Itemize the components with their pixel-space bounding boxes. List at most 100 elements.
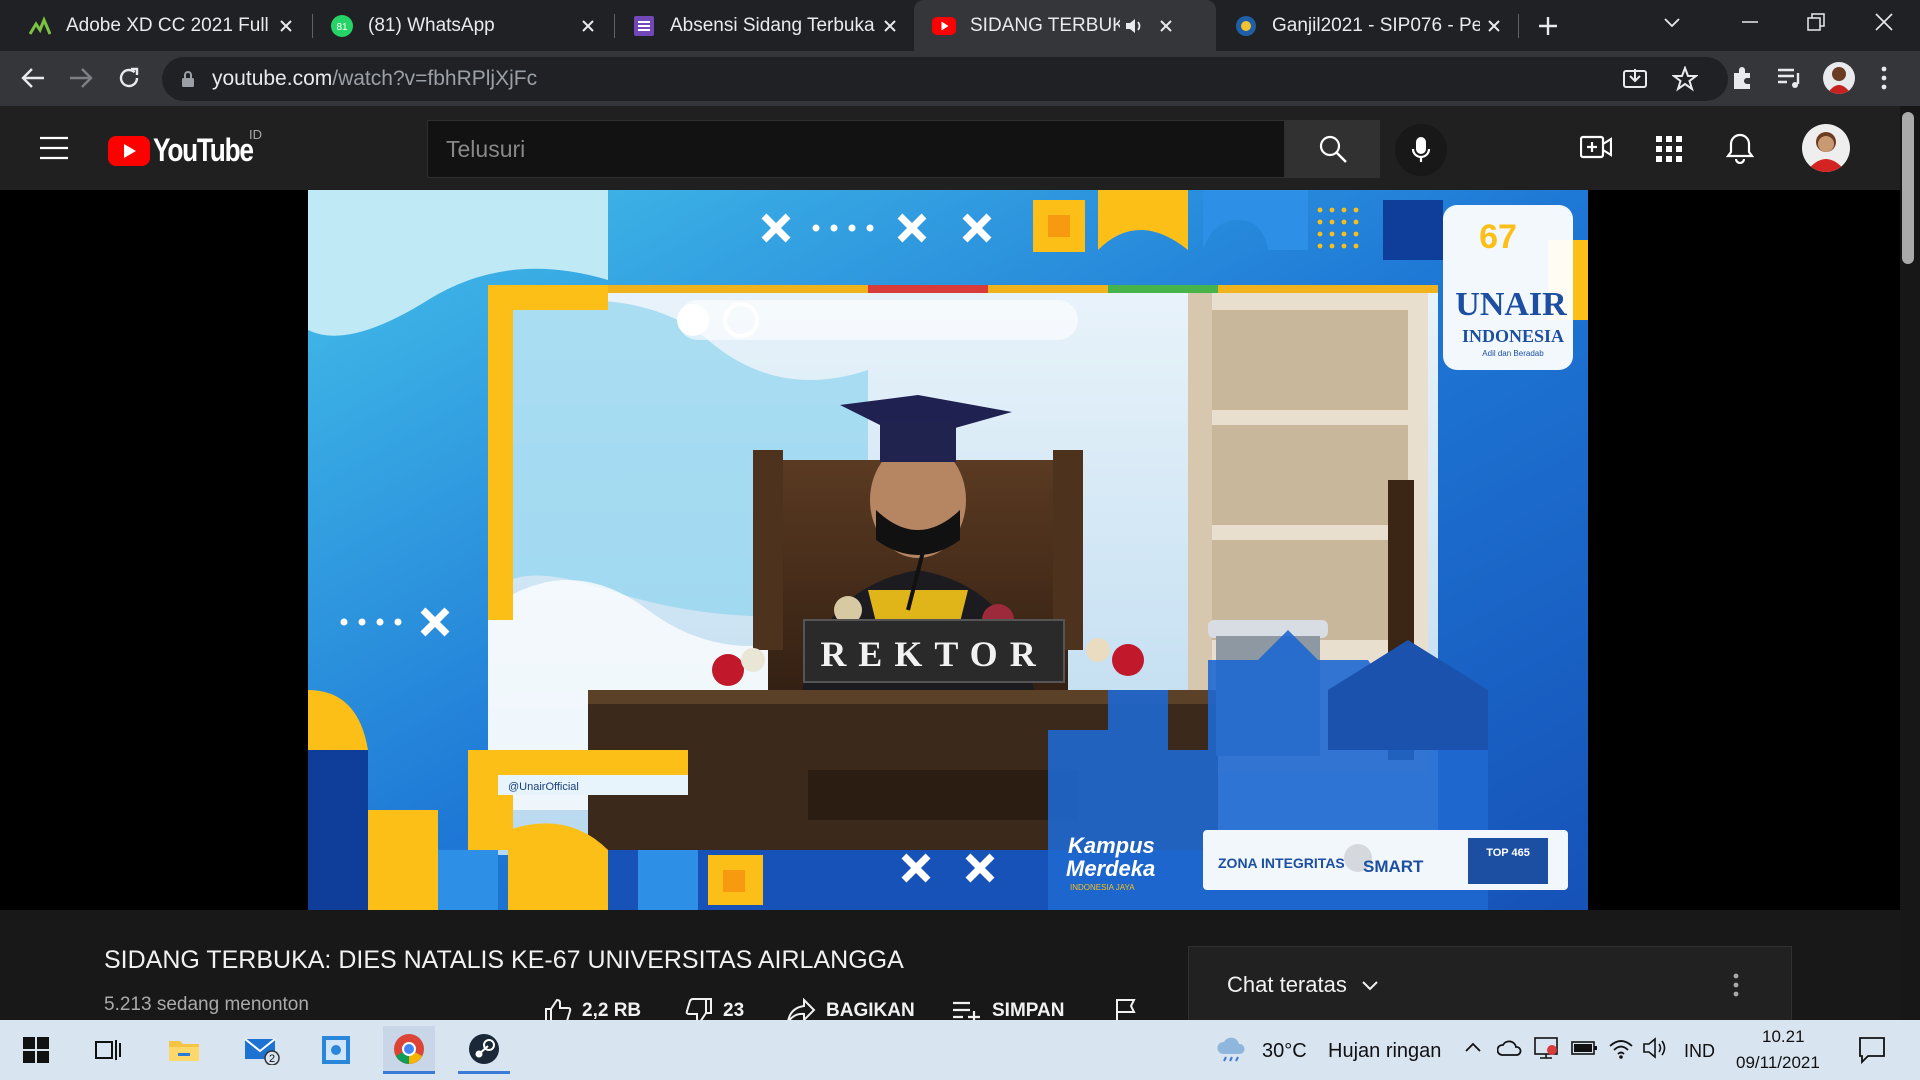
weather-icon[interactable] <box>1216 1034 1248 1062</box>
mail-icon: 2 <box>244 1038 280 1065</box>
volume-icon[interactable] <box>1642 1036 1668 1060</box>
tray-chevron-up-icon[interactable] <box>1464 1040 1482 1054</box>
onedrive-icon[interactable] <box>1497 1038 1523 1058</box>
tab-ganjil[interactable]: Ganjil2021 - SIP076 - Pem <box>1216 0 1518 51</box>
forward-icon[interactable] <box>68 66 94 90</box>
clock-date[interactable]: 09/11/2021 <box>1736 1053 1820 1073</box>
clock-time[interactable]: 10.21 <box>1762 1027 1805 1047</box>
search-box <box>427 120 1285 178</box>
battery-icon[interactable] <box>1571 1038 1599 1058</box>
back-icon[interactable] <box>20 66 46 90</box>
tab-whatsapp[interactable]: 81 (81) WhatsApp <box>302 0 612 51</box>
notification-center-icon[interactable] <box>1858 1036 1886 1064</box>
steam-taskbar-button[interactable] <box>458 1026 510 1074</box>
close-icon[interactable] <box>1152 12 1180 40</box>
hamburger-menu-icon[interactable] <box>40 136 68 160</box>
task-view-button[interactable] <box>82 1026 134 1074</box>
install-app-icon[interactable] <box>1622 67 1648 91</box>
search-input[interactable] <box>446 135 1246 163</box>
video-frame[interactable]: REKTOR @UnairOfficial 67 UNAIR INDONESIA… <box>308 190 1588 910</box>
weather-temperature[interactable]: 30°C <box>1262 1040 1307 1063</box>
tab-separator <box>1518 14 1519 38</box>
social-handle: @UnairOfficial <box>508 781 579 793</box>
create-video-icon[interactable] <box>1580 134 1612 160</box>
wifi-icon[interactable] <box>1608 1036 1634 1060</box>
url-text[interactable]: youtube.com/watch?v=fbhRPljXjFc <box>212 67 537 91</box>
live-viewer-count: 5.213 sedang menonton <box>104 994 309 1015</box>
video-info-section: SIDANG TERBUKA: DIES NATALIS KE-67 UNIVE… <box>0 910 1900 1026</box>
tab-search-chevron-icon[interactable] <box>1662 12 1682 32</box>
window-close-icon[interactable] <box>1874 12 1894 32</box>
zona-integritas-badge: ZONA INTEGRITAS <box>1218 855 1345 871</box>
extensions-icon[interactable] <box>1730 65 1756 91</box>
new-tab-button[interactable] <box>1530 8 1566 44</box>
steam-icon <box>469 1033 499 1064</box>
chevron-down-icon <box>1362 981 1378 991</box>
chat-mode-dropdown[interactable]: Chat teratas <box>1227 972 1379 998</box>
restore-icon[interactable] <box>1806 12 1826 32</box>
search-button[interactable] <box>1285 120 1380 178</box>
address-bar[interactable]: youtube.com/watch?v=fbhRPljXjFc <box>162 57 1728 101</box>
reload-icon[interactable] <box>116 65 142 91</box>
voice-search-button[interactable] <box>1395 124 1447 176</box>
microphone-icon <box>1411 137 1431 162</box>
tab-title: Ganjil2021 - SIP076 - Pem <box>1272 14 1480 36</box>
mail-button[interactable]: 2 <box>236 1026 288 1074</box>
account-avatar[interactable] <box>1802 124 1850 172</box>
notifications-bell-icon[interactable] <box>1726 132 1754 164</box>
lock-icon[interactable] <box>180 70 196 88</box>
profile-avatar[interactable] <box>1823 62 1855 94</box>
bookmark-star-icon[interactable] <box>1672 66 1698 92</box>
windows-taskbar: 2 30°C Hujan ringan IND 10.21 09/11/2021 <box>0 1020 1920 1080</box>
tab-strip: Adobe XD CC 2021 Full Ve 81 (81) WhatsAp… <box>0 0 1920 51</box>
tab-absensi[interactable]: Absensi Sidang Terbuka <box>604 0 914 51</box>
unair-logo-tagline: Adil dan Beradab <box>1482 349 1544 358</box>
whatsapp-icon: 81 <box>330 14 354 38</box>
task-view-icon <box>95 1040 121 1060</box>
weather-description[interactable]: Hujan ringan <box>1328 1040 1441 1063</box>
url-host: youtube.com <box>212 67 333 90</box>
close-icon[interactable] <box>272 12 300 40</box>
chrome-menu-icon[interactable] <box>1880 66 1888 90</box>
scrollbar-thumb[interactable] <box>1902 112 1914 264</box>
top-rank-badge: TOP 465 <box>1486 847 1530 859</box>
close-icon[interactable] <box>876 12 904 40</box>
share-label: BAGIKAN <box>826 1000 915 1021</box>
unair-anniversary-number: 67 <box>1479 218 1517 256</box>
kampus-merdeka-line1: Kampus <box>1068 833 1155 858</box>
tab-title: (81) WhatsApp <box>368 14 495 36</box>
chrome-taskbar-button[interactable] <box>383 1026 435 1074</box>
adobe-xd-icon <box>28 14 52 38</box>
speaker-icon[interactable] <box>1124 17 1146 35</box>
windows-logo-icon <box>23 1037 49 1063</box>
close-icon[interactable] <box>574 12 602 40</box>
folder-icon <box>169 1041 199 1061</box>
start-button[interactable] <box>10 1026 62 1074</box>
input-language[interactable]: IND <box>1684 1041 1715 1062</box>
tab-adobe-xd[interactable]: Adobe XD CC 2021 Full Ve <box>0 0 310 51</box>
save-label: SIMPAN <box>992 1000 1065 1021</box>
media-control-icon[interactable] <box>1776 65 1802 91</box>
tab-title: SIDANG TERBUKA: DI <box>970 14 1120 36</box>
dislike-count: 23 <box>723 1000 745 1021</box>
file-explorer-button[interactable] <box>158 1026 210 1074</box>
close-icon[interactable] <box>1480 12 1508 40</box>
chat-more-options-icon[interactable] <box>1733 973 1739 997</box>
tab-title: Adobe XD CC 2021 Full Ve <box>66 14 272 36</box>
chrome-icon <box>394 1033 424 1064</box>
security-tray-icon[interactable] <box>1534 1036 1560 1060</box>
kampus-merdeka-line3: INDONESIA JAYA <box>1070 883 1135 892</box>
unair-logo-text: UNAIR <box>1455 286 1567 323</box>
video-player[interactable]: REKTOR @UnairOfficial 67 UNAIR INDONESIA… <box>0 190 1900 910</box>
youtube-header: YouTube ID <box>0 106 1900 190</box>
url-path: /watch?v=fbhRPljXjFc <box>332 67 538 90</box>
live-chat-panel: Chat teratas <box>1188 946 1792 1026</box>
minimize-icon[interactable] <box>1740 12 1760 32</box>
youtube-wordmark: YouTube <box>153 132 254 168</box>
app-window-icon <box>322 1036 350 1064</box>
browser-toolbar: youtube.com/watch?v=fbhRPljXjFc <box>0 51 1920 106</box>
tab-youtube-active[interactable]: SIDANG TERBUKA: DI <box>914 0 1216 51</box>
app-button[interactable] <box>310 1026 362 1074</box>
apps-grid-icon[interactable] <box>1656 136 1682 162</box>
elearning-icon <box>1234 14 1258 38</box>
